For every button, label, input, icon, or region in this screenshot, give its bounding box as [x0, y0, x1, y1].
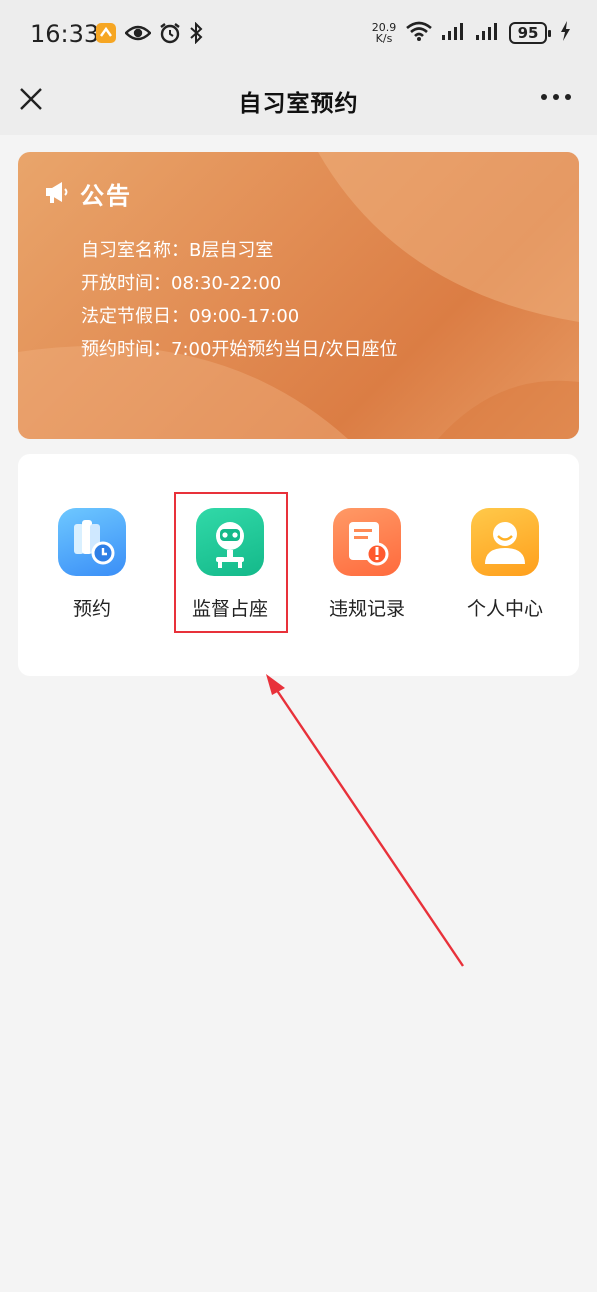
menu-label-reserve: 预约 — [72, 598, 111, 620]
menu-item-reserve[interactable]: 预约 — [37, 508, 147, 621]
violation-record-icon — [333, 508, 401, 576]
menu-label-violation-record: 违规记录 — [328, 598, 405, 620]
net-speed: 20.9 K/s — [371, 21, 397, 45]
notice-card: 公告 自习室名称：B层自习室 开放时间：08:30-22:00 法定节假日：09… — [18, 152, 579, 439]
status-bar: 16:33 20.9 K/s 95 — [0, 0, 597, 70]
notice-line-holiday: 法定节假日：09:00-17:00 — [81, 306, 300, 327]
status-time: 16:33 — [30, 20, 100, 48]
menu-item-personal-center[interactable]: 个人中心 — [450, 508, 560, 621]
eye-icon — [124, 23, 152, 47]
megaphone-icon — [44, 180, 70, 208]
battery-icon: 95 — [509, 22, 551, 44]
bluetooth-icon — [189, 21, 203, 48]
book-clock-icon — [58, 508, 126, 576]
notice-line-open-time: 开放时间：08:30-22:00 — [81, 273, 282, 294]
highlight-box — [174, 492, 288, 633]
signal-icon — [475, 21, 501, 45]
charging-icon — [559, 20, 571, 46]
notice-line-room-name: 自习室名称：B层自习室 — [81, 240, 274, 261]
nav-bar: 自习室预约 — [0, 70, 597, 135]
more-icon[interactable] — [541, 94, 571, 100]
wifi-icon — [405, 20, 433, 46]
menu-item-violation-record[interactable]: 违规记录 — [312, 508, 422, 621]
menu-label-personal-center: 个人中心 — [466, 598, 543, 620]
alarm-icon — [159, 22, 181, 48]
notice-title: 公告 — [80, 182, 132, 210]
app-badge-icon — [95, 22, 117, 48]
function-menu: 预约 监督占座 违规记录 个人中心 — [18, 454, 579, 676]
person-icon — [471, 508, 539, 576]
signal-icon — [441, 21, 467, 45]
notice-line-reserve-time: 预约时间：7:00开始预约当日/次日座位 — [81, 339, 398, 360]
page-title: 自习室预约 — [238, 91, 359, 117]
